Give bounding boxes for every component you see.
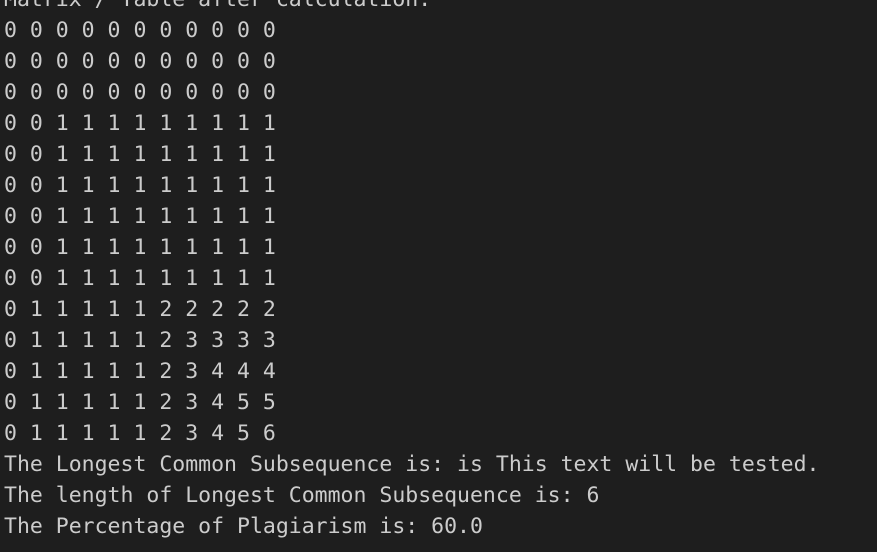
matrix-row: 0 0 1 1 1 1 1 1 1 1 1 xyxy=(4,266,276,291)
plagiarism-percentage-line: The Percentage of Plagiarism is: 60.0 xyxy=(4,514,483,539)
lcs-length-line: The length of Longest Common Subsequence… xyxy=(4,483,600,508)
matrix-row: 0 0 1 1 1 1 1 1 1 1 1 xyxy=(4,173,276,198)
matrix-row: 0 0 1 1 1 1 1 1 1 1 1 xyxy=(4,235,276,260)
matrix-row: 0 1 1 1 1 1 2 3 4 5 6 xyxy=(4,421,276,446)
lcs-result-line: The Longest Common Subsequence is: is Th… xyxy=(4,452,820,477)
matrix-row: 0 0 0 0 0 0 0 0 0 0 0 xyxy=(4,18,276,43)
matrix-row: 0 1 1 1 1 1 2 3 3 3 3 xyxy=(4,328,276,353)
matrix-row: 0 1 1 1 1 1 2 3 4 5 5 xyxy=(4,390,276,415)
matrix-row: 0 0 0 0 0 0 0 0 0 0 0 xyxy=(4,80,276,105)
matrix-row: 0 0 1 1 1 1 1 1 1 1 1 xyxy=(4,204,276,229)
matrix-heading: Matrix / Table after calculation: xyxy=(4,0,819,15)
matrix-row: 0 1 1 1 1 1 2 3 4 4 4 xyxy=(4,359,276,384)
matrix-row: 0 0 0 0 0 0 0 0 0 0 0 xyxy=(4,49,276,74)
terminal-output[interactable]: Matrix / Table after calculation: 0 0 0 … xyxy=(0,0,877,552)
matrix-row: 0 0 1 1 1 1 1 1 1 1 1 xyxy=(4,142,276,167)
matrix-row: 0 0 1 1 1 1 1 1 1 1 1 xyxy=(4,111,276,136)
terminal-lines: Matrix / Table after calculation: 0 0 0 … xyxy=(4,0,819,542)
matrix-row: 0 1 1 1 1 1 2 2 2 2 2 xyxy=(4,297,276,322)
